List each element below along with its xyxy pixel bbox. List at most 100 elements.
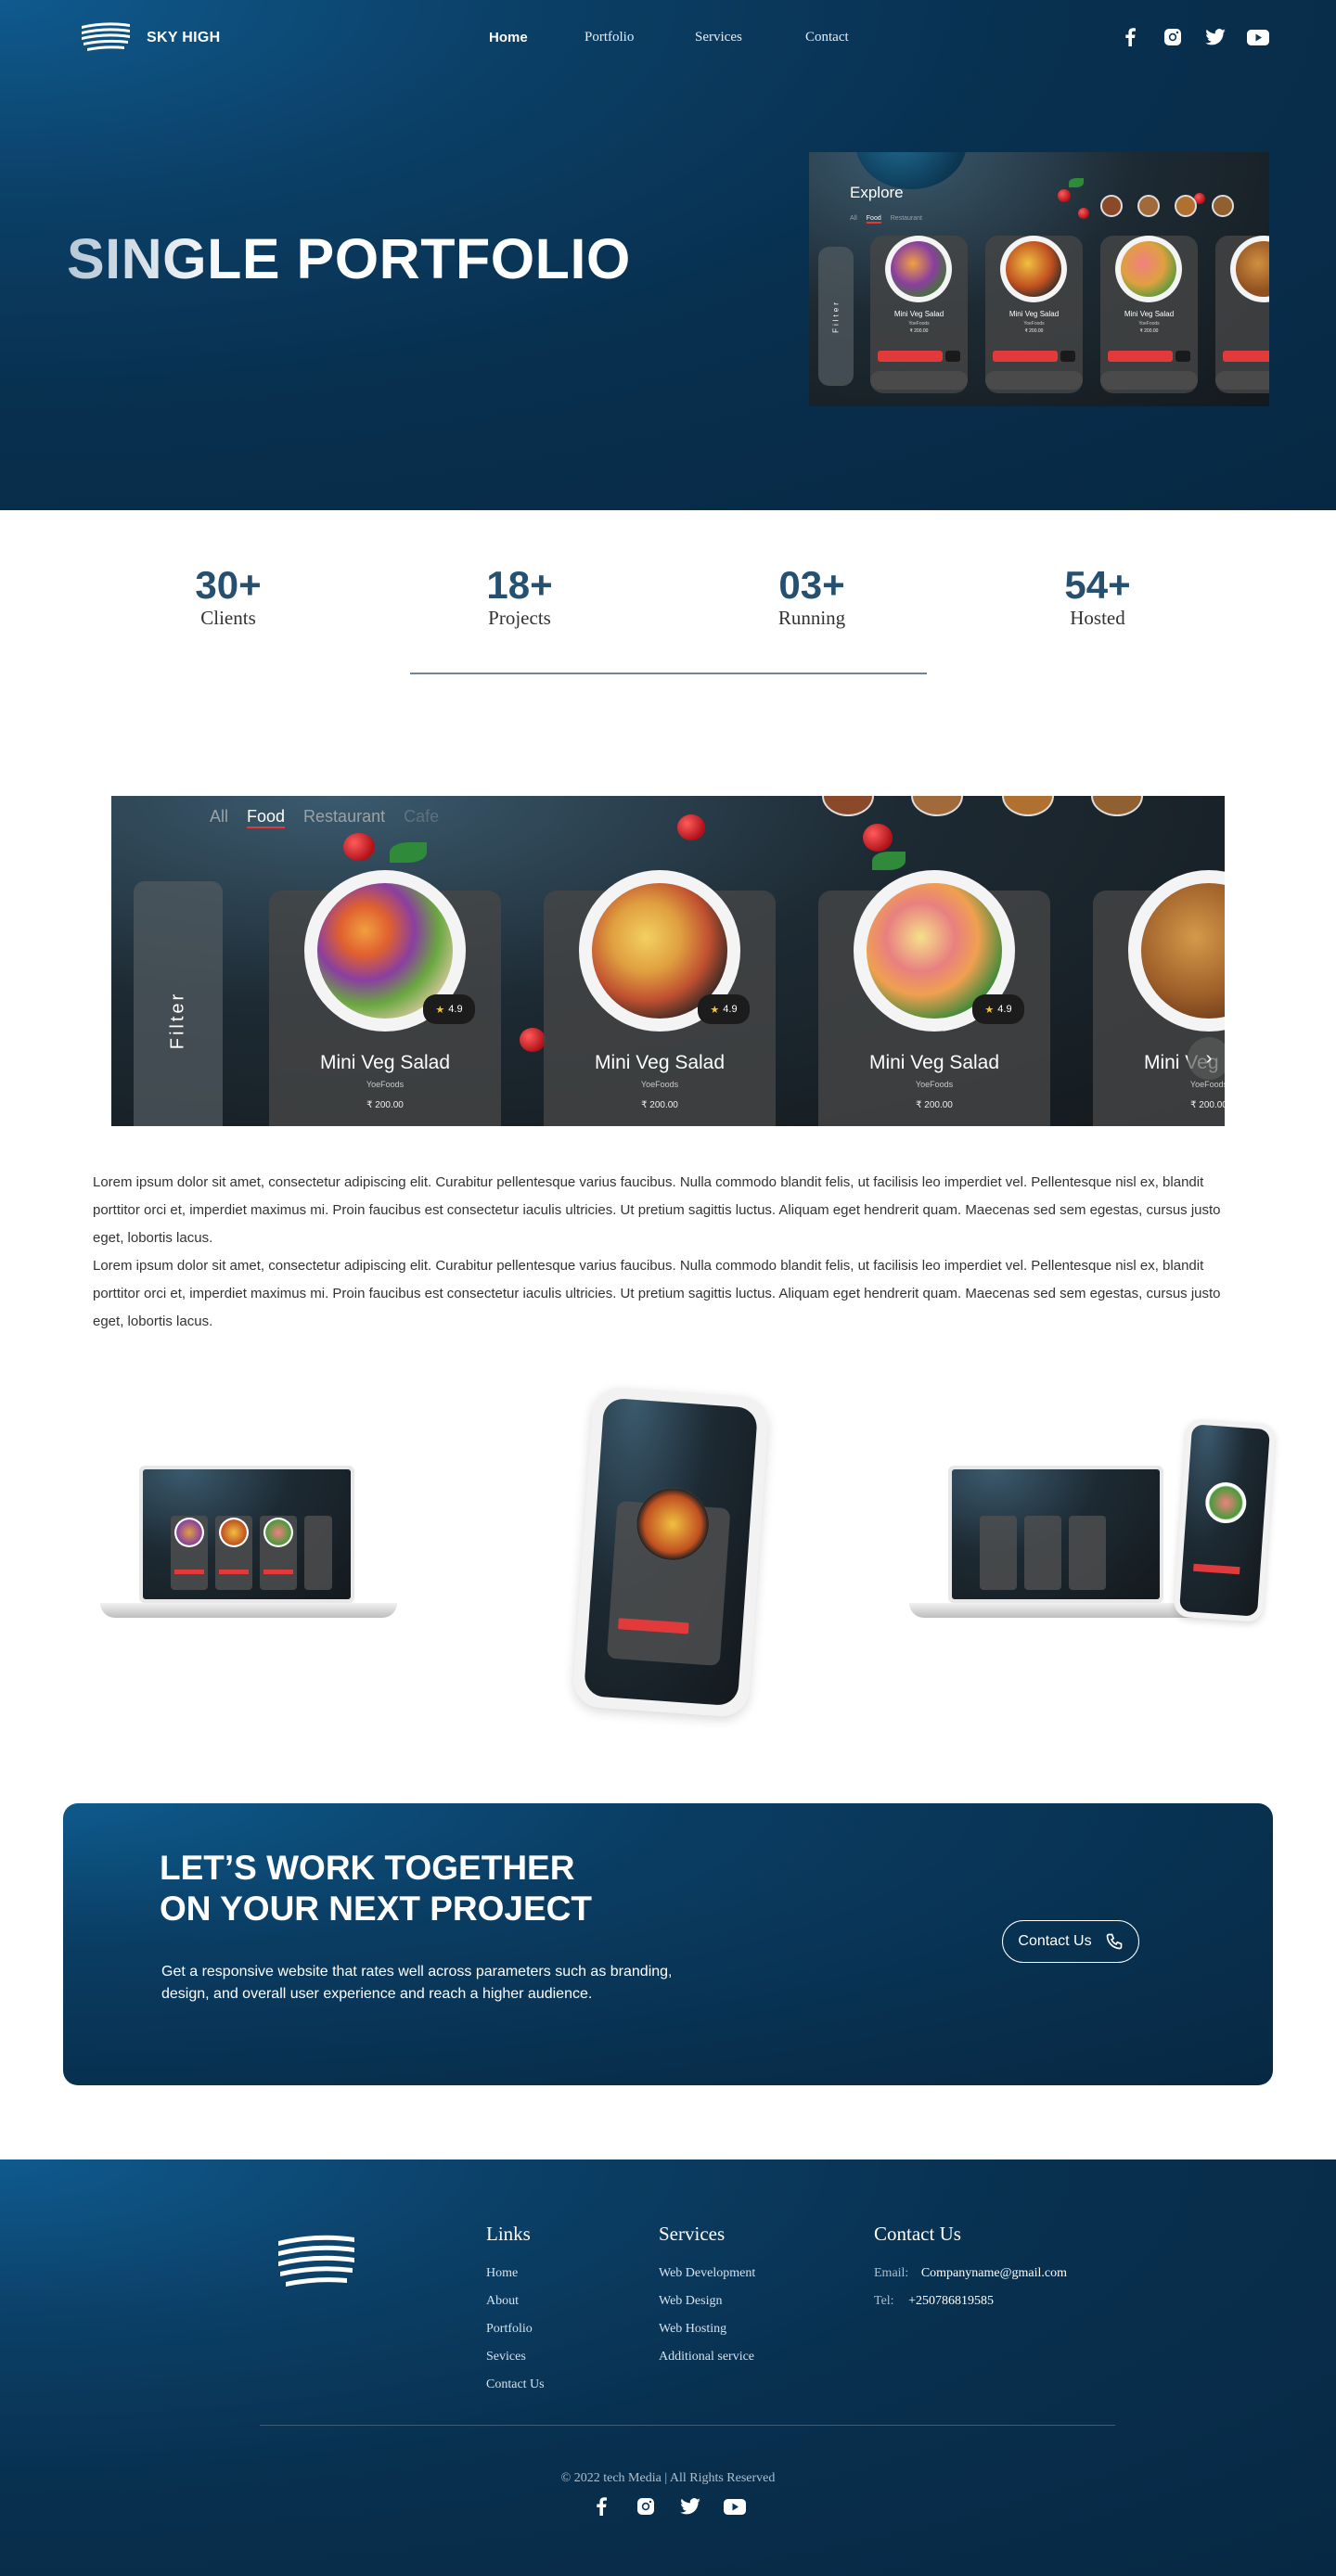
category-thumb[interactable] [822,796,874,816]
footer-service-item[interactable]: Web Design [659,2294,755,2322]
banner-card[interactable]: Mini Veg Salad YoeFoods ₹ 200.00 [1093,870,1225,1126]
laptop-base [100,1603,397,1618]
banner-tab-food[interactable]: Food [247,807,286,828]
description-paragraph: Lorem ipsum dolor sit amet, consectetur … [93,1258,1221,1329]
footer-services-heading: Services [659,2223,726,2245]
app-card[interactable]: Mini Veg Salad YoeFoods ₹ 200.00 [985,236,1083,393]
stat-label: Hosted [1070,607,1125,629]
cart-button[interactable] [1175,351,1190,362]
category-thumb[interactable] [1100,195,1123,217]
contact-pill[interactable] [985,371,1083,390]
rating-badge: ★ 4.9 [698,994,750,1024]
order-button[interactable] [878,351,943,362]
stat-running: 03+ Running [738,566,886,630]
banner-tab-cafe[interactable]: Cafe [404,807,439,828]
app-heading: Explore [850,184,904,201]
facebook-icon[interactable] [1119,26,1141,48]
youtube-icon[interactable] [724,2495,746,2518]
stat-label: Projects [488,607,551,629]
laptop-app-cards [980,1516,1156,1590]
category-thumb[interactable] [1175,195,1197,217]
brand-logo[interactable]: SKY HIGH [80,22,220,54]
nav-home[interactable]: Home [489,30,584,45]
banner-card[interactable]: ★ 4.9 Mini Veg Salad YoeFoods ₹ 200.00 [818,870,1050,1126]
footer-link-about[interactable]: About [486,2294,545,2322]
mini-order [263,1570,293,1574]
banner-tab-restaurant[interactable]: Restaurant [303,807,385,828]
decor-berry [863,824,893,852]
banner-filter[interactable]: Filter [134,881,223,1126]
footer-contact: Contact Us Email: Companyname@gmail.com … [874,2223,1067,2322]
footer: Links Home About Portfolio Sevices Conta… [0,2159,1336,2576]
nav-portfolio[interactable]: Portfolio [584,30,695,45]
category-thumb[interactable] [1212,195,1234,217]
stat-value: 03+ [778,563,845,607]
contact-pill[interactable] [1215,371,1269,390]
contact-us-button[interactable]: Contact Us [1002,1920,1139,1963]
card-title: Mini Veg Salad [594,1052,726,1073]
twitter-icon[interactable] [1204,26,1227,48]
rating-value: 4.9 [723,1004,738,1015]
decor-leaf [1069,178,1084,187]
app-filter[interactable]: Filter [818,247,854,386]
stat-value: 18+ [486,563,553,607]
contact-pill[interactable] [870,371,968,390]
cta-title-line: LET’S WORK TOGETHER [160,1849,575,1887]
banner-preview: All Food Restaurant Cafe Filter ★ 4.9 Mi… [111,796,1225,1126]
category-thumb[interactable] [1002,796,1054,816]
mini-food [174,1518,204,1547]
cta-title-line: ON YOUR NEXT PROJECT [160,1890,593,1928]
category-thumb[interactable] [1137,195,1160,217]
app-tab-all[interactable]: All [850,215,857,224]
description-section: Lorem ipsum dolor sit amet, consectetur … [0,1169,1336,1336]
footer-service-item[interactable]: Additional service [659,2350,755,2377]
cart-button[interactable] [945,351,960,362]
footer-link-contact[interactable]: Contact Us [486,2377,545,2405]
food-image [1006,241,1061,297]
star-icon: ★ [984,1004,995,1016]
footer-service-item[interactable]: Web Development [659,2266,755,2294]
cart-button[interactable] [1060,351,1075,362]
phone-mockup [572,1385,770,1719]
stat-projects: 18+ Projects [445,566,594,630]
app-tab-restaurant[interactable]: Restaurant [891,215,922,224]
food-image [891,241,946,297]
nav-services[interactable]: Services [695,30,805,45]
footer-tel-row: Tel: +250786819585 [874,2294,1067,2322]
order-button[interactable] [1223,351,1269,362]
email-value[interactable]: Companyname@gmail.com [921,2266,1067,2280]
app-card[interactable] [1215,236,1269,393]
star-icon: ★ [710,1004,720,1016]
app-tab-food[interactable]: Food [866,215,881,224]
order-button[interactable] [993,351,1058,362]
app-card[interactable]: Mini Veg Salad YoeFoods ₹ 200.00 [1100,236,1198,393]
instagram-icon[interactable] [1162,26,1184,48]
contact-pill[interactable] [1100,371,1198,390]
banner-tabs: All Food Restaurant Cafe [210,807,439,828]
tel-value[interactable]: +250786819585 [908,2294,994,2308]
facebook-icon[interactable] [590,2495,612,2518]
next-arrow-button[interactable]: › [1188,1037,1225,1080]
banner-tab-all[interactable]: All [210,807,228,828]
nav-contact[interactable]: Contact [805,30,849,45]
category-thumb[interactable] [911,796,963,816]
card-title: Mini Veg Salad [1124,310,1175,318]
banner-filter-label: Filter [167,991,188,1050]
app-card[interactable]: Mini Veg Salad YoeFoods ₹ 200.00 [870,236,968,393]
stat-hosted: 54+ Hosted [1023,566,1172,630]
instagram-icon[interactable] [635,2495,657,2518]
card-price: ₹ 200.00 [909,328,929,334]
decor-berry [677,814,705,840]
footer-link-home[interactable]: Home [486,2266,545,2294]
footer-link-portfolio[interactable]: Portfolio [486,2322,545,2350]
card-subtitle: YoeFoods [915,1080,954,1089]
category-thumb[interactable] [1091,796,1143,816]
footer-service-item[interactable]: Web Hosting [659,2322,755,2350]
twitter-icon[interactable] [679,2495,701,2518]
footer-link-services[interactable]: Sevices [486,2350,545,2377]
banner-card[interactable]: ★ 4.9 Mini Veg Salad YoeFoods ₹ 200.00 [544,870,776,1126]
youtube-icon[interactable] [1247,26,1269,48]
decor-berry [1058,189,1071,202]
order-button[interactable] [1108,351,1173,362]
banner-card[interactable]: ★ 4.9 Mini Veg Salad YoeFoods ₹ 200.00 [269,870,501,1126]
